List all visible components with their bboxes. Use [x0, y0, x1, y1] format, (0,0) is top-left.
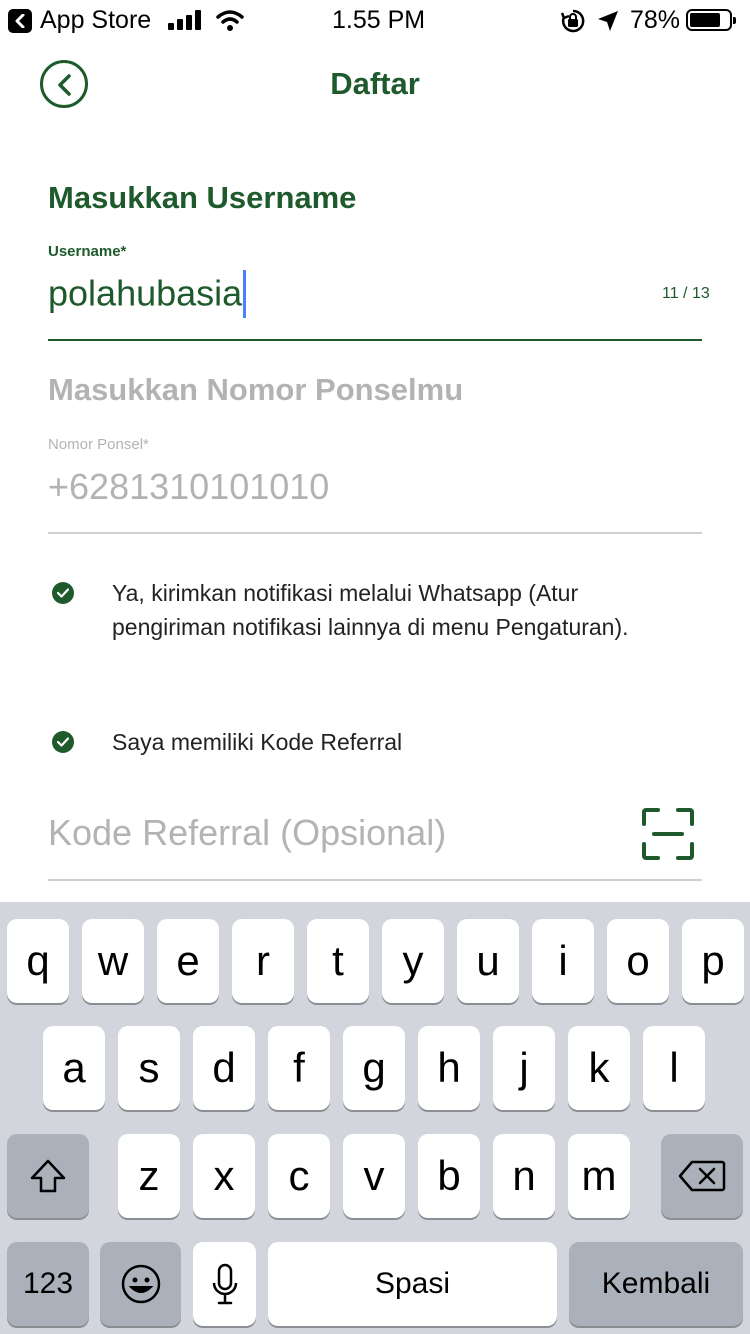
key-label: r — [256, 937, 270, 984]
return-key[interactable]: Kembali — [569, 1242, 743, 1326]
key-label: p — [701, 937, 725, 984]
battery-percent: 78% — [630, 6, 681, 34]
backspace-icon — [678, 1160, 726, 1192]
key-h[interactable]: h — [418, 1026, 480, 1110]
key-x[interactable]: x — [193, 1134, 255, 1218]
key-label: s — [138, 1044, 160, 1091]
check-icon — [57, 737, 69, 747]
key-d[interactable]: d — [193, 1026, 255, 1110]
key-label: q — [26, 937, 50, 984]
key-w[interactable]: w — [82, 919, 144, 1003]
key-label: x — [213, 1152, 235, 1199]
back-to-app-icon[interactable] — [8, 9, 32, 33]
emoji-key[interactable] — [100, 1242, 181, 1326]
phone-underline — [48, 532, 702, 534]
key-y[interactable]: y — [382, 919, 444, 1003]
whatsapp-checkbox-label: Ya, kirimkan notifikasi melalui Whatsapp… — [112, 580, 629, 640]
microphone-icon — [212, 1263, 237, 1305]
status-bar: App Store 1.55 PM 78% — [0, 0, 750, 42]
key-t[interactable]: t — [307, 919, 369, 1003]
keyboard: qwertyuiop asdfghjkl zxcvbnm 123 123 Spa… — [0, 902, 750, 1334]
rotation-lock-icon — [560, 9, 585, 33]
key-a[interactable]: a — [43, 1026, 105, 1110]
key-label: e — [176, 937, 200, 984]
space-key[interactable]: Spasi — [268, 1242, 557, 1326]
numbers-key-visual[interactable]: 123 — [7, 1242, 89, 1326]
key-c[interactable]: c — [268, 1134, 330, 1218]
key-label: j — [519, 1044, 529, 1091]
phone-input[interactable]: +6281310101010 — [48, 466, 329, 508]
whatsapp-checkbox[interactable] — [52, 582, 74, 604]
key-f[interactable]: f — [268, 1026, 330, 1110]
key-s[interactable]: s — [118, 1026, 180, 1110]
key-label: i — [558, 937, 568, 984]
key-r[interactable]: r — [232, 919, 294, 1003]
key-label: f — [293, 1044, 305, 1091]
key-l[interactable]: l — [643, 1026, 705, 1110]
key-j[interactable]: j — [493, 1026, 555, 1110]
username-label: Username* — [48, 243, 127, 260]
referral-input[interactable]: Kode Referral (Opsional) — [48, 812, 446, 854]
key-v[interactable]: v — [343, 1134, 405, 1218]
battery-fill — [690, 13, 720, 27]
key-label: o — [626, 937, 650, 984]
location-arrow-icon — [598, 11, 618, 31]
key-o[interactable]: o — [607, 919, 669, 1003]
username-underline — [48, 339, 702, 341]
referral-underline — [48, 879, 702, 881]
username-section-title: Masukkan Username — [48, 180, 357, 215]
key-label: g — [362, 1044, 386, 1091]
key-u[interactable]: u — [457, 919, 519, 1003]
referral-checkbox-label: Saya memiliki Kode Referral — [112, 729, 403, 755]
scan-icon[interactable] — [640, 806, 696, 862]
key-label: y — [402, 937, 424, 984]
key-e[interactable]: e — [157, 919, 219, 1003]
key-m[interactable]: m — [568, 1134, 630, 1218]
key-label: c — [288, 1152, 310, 1199]
key-label: v — [363, 1152, 385, 1199]
key-n[interactable]: n — [493, 1134, 555, 1218]
page-title: Daftar — [330, 66, 420, 101]
key-i[interactable]: i — [532, 919, 594, 1003]
signal-icon — [168, 10, 201, 30]
key-g[interactable]: g — [343, 1026, 405, 1110]
key-q[interactable]: q — [7, 919, 69, 1003]
key-label: k — [588, 1044, 610, 1091]
key-p[interactable]: p — [682, 919, 744, 1003]
emoji-icon — [121, 1264, 160, 1304]
referral-checkbox[interactable] — [52, 731, 74, 753]
check-icon — [57, 588, 69, 598]
username-input[interactable]: polahubasia — [48, 270, 247, 320]
phone-section-title: Masukkan Nomor Ponselmu — [48, 372, 464, 407]
key-label: m — [581, 1152, 617, 1199]
backspace-key[interactable] — [661, 1134, 743, 1218]
key-label: h — [437, 1044, 461, 1091]
key-label: z — [138, 1152, 160, 1199]
battery-icon — [686, 9, 736, 31]
text-caret — [243, 270, 247, 318]
back-app-label[interactable]: App Store — [40, 6, 151, 35]
key-label: n — [512, 1152, 536, 1199]
key-label: l — [669, 1044, 679, 1091]
key-label: u — [476, 937, 500, 984]
key-b[interactable]: b — [418, 1134, 480, 1218]
wifi-icon — [216, 10, 244, 31]
key-z[interactable]: z — [118, 1134, 180, 1218]
key-label: d — [212, 1044, 236, 1091]
clock: 1.55 PM — [332, 6, 426, 34]
key-label: w — [97, 937, 129, 984]
key-label: b — [437, 1152, 461, 1199]
shift-key[interactable] — [7, 1134, 89, 1218]
shift-icon — [30, 1159, 66, 1193]
key-label: t — [332, 937, 344, 984]
phone-label: Nomor Ponsel* — [48, 436, 149, 453]
key-k[interactable]: k — [568, 1026, 630, 1110]
dictation-key[interactable] — [193, 1242, 256, 1326]
character-counter: 11 / 13 — [662, 285, 710, 302]
username-value: polahubasia — [48, 272, 243, 314]
key-label: a — [62, 1044, 86, 1091]
